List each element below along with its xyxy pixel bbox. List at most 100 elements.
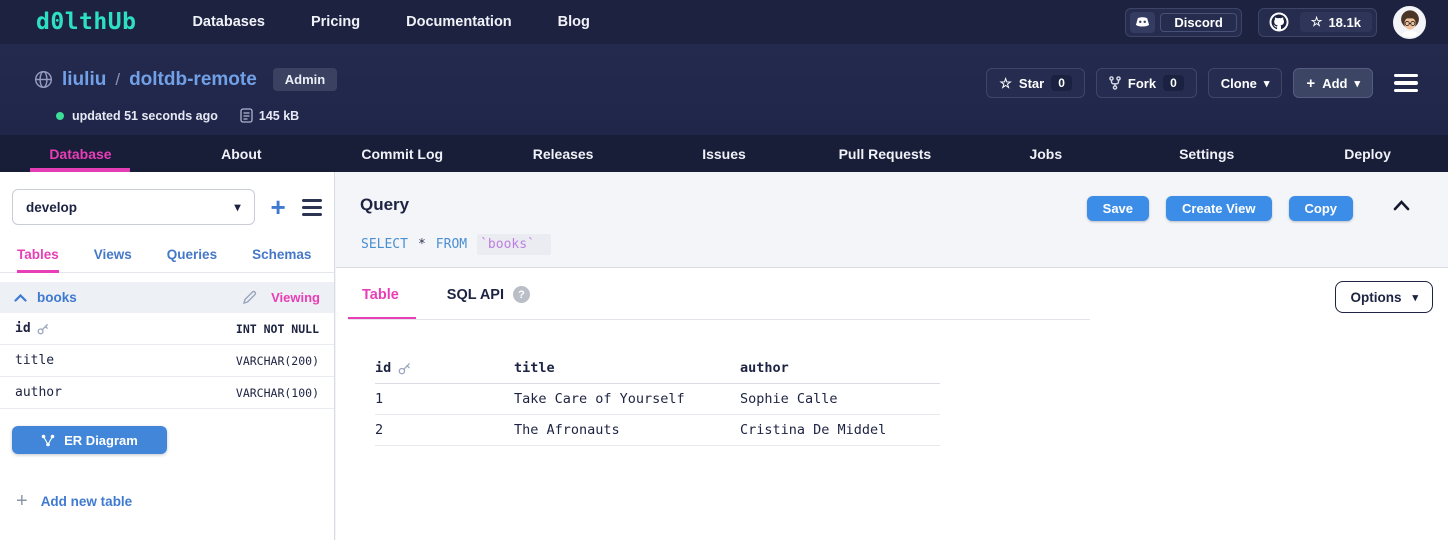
- tab-issues[interactable]: Issues: [644, 135, 805, 172]
- repo-breadcrumb: liuliu / doltdb-remote Admin: [34, 68, 338, 91]
- fork-count-badge: 0: [1163, 75, 1184, 91]
- add-new-table-label: Add new table: [40, 493, 133, 509]
- top-navbar: d0lthUb Databases Pricing Documentation …: [0, 0, 1448, 44]
- sidebar-tab-schemas[interactable]: Schemas: [252, 247, 311, 272]
- nav-link-databases[interactable]: Databases: [192, 14, 265, 30]
- fork-button[interactable]: Fork 0: [1095, 68, 1197, 98]
- column-name: id: [15, 321, 31, 336]
- column-type: VARCHAR(200): [235, 353, 319, 368]
- column-row-id[interactable]: id INT NOT NULL: [0, 313, 334, 345]
- github-stars-value: 18.1k: [1328, 14, 1361, 30]
- er-diagram-button[interactable]: ER Diagram: [12, 426, 167, 454]
- branch-selector[interactable]: develop ▾: [12, 189, 255, 225]
- nav-link-blog[interactable]: Blog: [558, 14, 590, 30]
- repo-tabbar: Database About Commit Log Releases Issue…: [0, 135, 1448, 172]
- tab-deploy[interactable]: Deploy: [1287, 135, 1448, 172]
- updated-text: updated 51 seconds ago: [72, 108, 218, 123]
- table-row[interactable]: 1 Take Care of Yourself Sophie Calle: [375, 384, 940, 415]
- pencil-icon[interactable]: [242, 290, 257, 305]
- column-type: VARCHAR(100): [235, 385, 319, 400]
- viewing-status: Viewing: [271, 290, 320, 305]
- clone-button[interactable]: Clone ▾: [1207, 68, 1283, 98]
- new-branch-button[interactable]: +: [271, 194, 286, 220]
- tab-jobs[interactable]: Jobs: [965, 135, 1126, 172]
- chevron-up-icon: [14, 293, 27, 302]
- add-label: Add: [1322, 75, 1348, 91]
- results-tab-table[interactable]: Table: [362, 287, 399, 303]
- tab-database[interactable]: Database: [0, 135, 161, 172]
- table-row[interactable]: 2 The Afronauts Cristina De Middel: [375, 415, 940, 446]
- sql-table-ref: `books`: [477, 234, 551, 255]
- tabs-divider: [348, 319, 1090, 320]
- tab-pull-requests[interactable]: Pull Requests: [804, 135, 965, 172]
- admin-badge: Admin: [272, 68, 338, 91]
- repo-size-value: 145 kB: [258, 108, 300, 123]
- repo-header: liuliu / doltdb-remote Admin updated 51 …: [0, 44, 1448, 135]
- database-sidebar: develop ▾ + Tables Views Queries Schemas…: [0, 172, 335, 540]
- save-button[interactable]: Save: [1086, 196, 1150, 221]
- nav-links: Databases Pricing Documentation Blog: [192, 14, 589, 30]
- help-icon[interactable]: ?: [513, 286, 531, 303]
- options-button[interactable]: Options ▾: [1335, 281, 1433, 313]
- fork-icon: [1109, 76, 1121, 90]
- chevron-down-icon: ▾: [1354, 77, 1360, 90]
- star-button[interactable]: ☆ Star 0: [986, 68, 1085, 98]
- hamburger-menu-icon[interactable]: [1394, 73, 1418, 93]
- sql-query-text: SELECT * FROM `books`: [361, 234, 551, 255]
- header-author[interactable]: author: [740, 360, 789, 376]
- repo-owner-link[interactable]: liuliu: [62, 69, 106, 91]
- discord-button[interactable]: Discord: [1125, 7, 1242, 37]
- database-size-icon: [240, 108, 253, 123]
- github-star-count: ☆ 18.1k: [1299, 12, 1372, 32]
- repo-separator: /: [115, 69, 121, 89]
- query-buttons: Save Create View Copy: [1086, 196, 1353, 221]
- sidebar-tab-queries[interactable]: Queries: [167, 247, 217, 272]
- results-section: Table SQL API ? Options ▾ id title autho…: [336, 269, 1448, 540]
- table-header-row: id title author: [375, 353, 940, 384]
- github-button[interactable]: ☆ 18.1k: [1257, 7, 1377, 37]
- sidebar-tab-tables[interactable]: Tables: [17, 247, 59, 273]
- tab-releases[interactable]: Releases: [483, 135, 644, 172]
- header-title[interactable]: title: [514, 360, 555, 376]
- cell-title: Take Care of Yourself: [514, 391, 685, 407]
- repo-actions: ☆ Star 0 Fork 0 Clone ▾ + Add ▾: [986, 68, 1418, 98]
- column-type: INT NOT NULL: [235, 321, 319, 336]
- sql-keyword-select: SELECT: [361, 237, 408, 252]
- tab-settings[interactable]: Settings: [1126, 135, 1287, 172]
- add-button[interactable]: + Add ▾: [1293, 68, 1373, 98]
- column-name: title: [15, 353, 55, 368]
- options-label: Options: [1350, 289, 1402, 305]
- query-results-table: id title author 1 Take Care of Yourself …: [375, 353, 940, 446]
- tab-commit-log[interactable]: Commit Log: [322, 135, 483, 172]
- results-tab-sql-api[interactable]: SQL API ?: [446, 286, 531, 303]
- results-tabs: Table SQL API ?: [362, 286, 531, 303]
- sql-star: *: [417, 237, 426, 252]
- collapse-chevron-up-icon[interactable]: [1393, 198, 1410, 216]
- branch-menu-icon[interactable]: [301, 198, 322, 216]
- sidebar-tabs: Tables Views Queries Schemas: [0, 247, 334, 273]
- copy-button[interactable]: Copy: [1288, 196, 1353, 221]
- nav-link-documentation[interactable]: Documentation: [406, 14, 512, 30]
- add-new-table-button[interactable]: + Add new table: [16, 491, 334, 511]
- sidebar-tab-views[interactable]: Views: [94, 247, 132, 272]
- column-row-title[interactable]: title VARCHAR(200): [0, 345, 334, 377]
- create-view-button[interactable]: Create View: [1166, 196, 1272, 221]
- cell-title: The Afronauts: [514, 422, 620, 438]
- column-name: author: [15, 385, 62, 400]
- star-count-badge: 0: [1051, 75, 1072, 91]
- header-id[interactable]: id: [375, 360, 391, 376]
- primary-key-icon: [37, 323, 49, 335]
- repo-name-link[interactable]: doltdb-remote: [129, 69, 257, 91]
- query-title: Query: [360, 195, 410, 214]
- nav-link-pricing[interactable]: Pricing: [311, 14, 360, 30]
- sql-api-label: SQL API: [446, 286, 505, 303]
- table-item-books[interactable]: books Viewing: [0, 282, 334, 313]
- chevron-down-icon: ▾: [234, 200, 241, 214]
- user-avatar[interactable]: [1393, 5, 1426, 39]
- main-content: Query SELECT * FROM `books` Save Create …: [336, 172, 1448, 540]
- tab-about[interactable]: About: [161, 135, 322, 172]
- column-row-author[interactable]: author VARCHAR(100): [0, 377, 334, 409]
- dolthub-logo[interactable]: d0lthUb: [36, 9, 136, 35]
- fork-label: Fork: [1127, 75, 1157, 91]
- repo-meta: updated 51 seconds ago 145 kB: [56, 108, 299, 123]
